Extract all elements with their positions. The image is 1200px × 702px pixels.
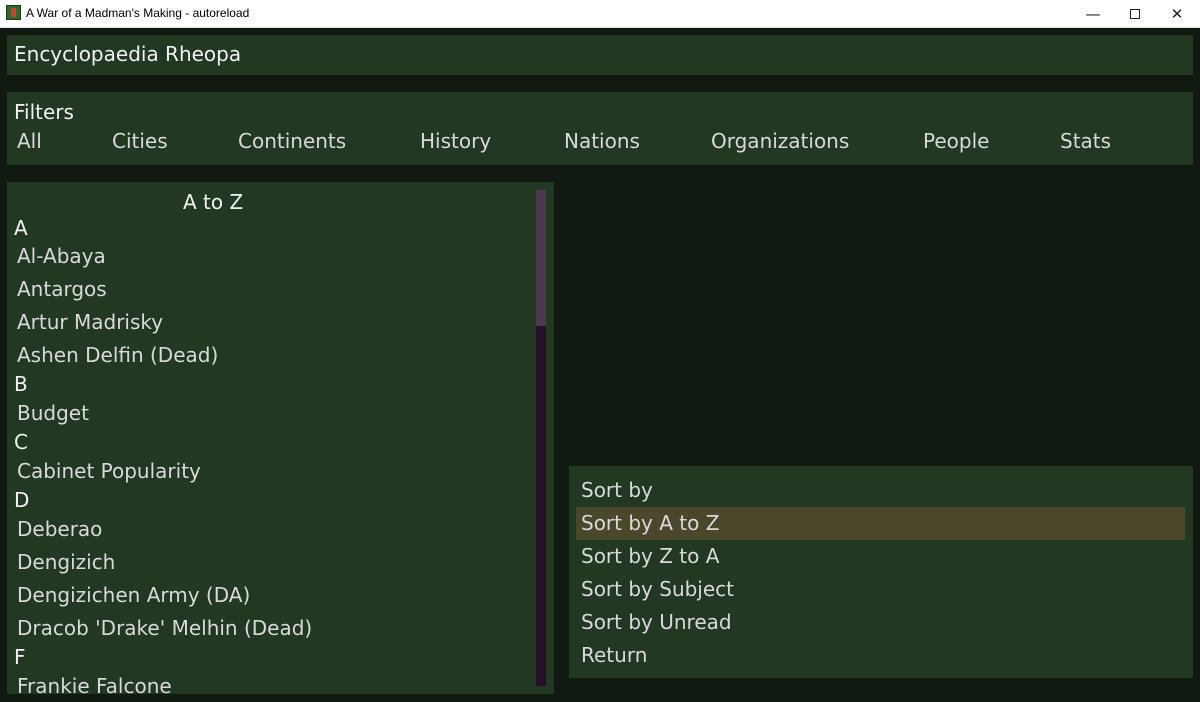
list-item[interactable]: Frankie Falcone — [17, 674, 172, 694]
filter-cities[interactable]: Cities — [112, 129, 168, 153]
letter-heading-d: D — [14, 488, 30, 512]
list-item[interactable]: Al-Abaya — [17, 244, 106, 268]
close-button[interactable]: ✕ — [1154, 0, 1200, 27]
filter-history[interactable]: History — [420, 129, 491, 153]
sort-by-a-to-z-button[interactable]: Sort by A to Z — [576, 507, 1185, 540]
filter-continents[interactable]: Continents — [238, 129, 346, 153]
filters-heading: Filters — [14, 100, 74, 124]
window-title: A War of a Madman's Making - autoreload — [26, 6, 250, 20]
list-sort-title: A to Z — [183, 190, 244, 214]
filter-organizations[interactable]: Organizations — [711, 129, 849, 153]
letter-heading-a: A — [14, 216, 28, 240]
maximize-button[interactable] — [1112, 0, 1158, 27]
list-item[interactable]: Dracob 'Drake' Melhin (Dead) — [17, 616, 312, 640]
list-item[interactable]: Dengizichen Army (DA) — [17, 583, 250, 607]
filter-all[interactable]: All — [17, 129, 42, 153]
sort-by-z-to-a-button[interactable]: Sort by Z to A — [576, 540, 1185, 573]
sort-menu-heading: Sort by — [581, 478, 653, 502]
scrollbar-thumb[interactable] — [536, 190, 546, 326]
sort-by-unread-button[interactable]: Sort by Unread — [576, 606, 1185, 639]
letter-heading-b: B — [14, 372, 28, 396]
page-title: Encyclopaedia Rheopa — [14, 42, 242, 66]
close-icon: ✕ — [1170, 4, 1184, 23]
filter-stats[interactable]: Stats — [1060, 129, 1111, 153]
letter-heading-f: F — [14, 645, 26, 669]
list-item[interactable]: Artur Madrisky — [17, 310, 163, 334]
list-item[interactable]: Cabinet Popularity — [17, 459, 201, 483]
letter-heading-c: C — [14, 430, 28, 454]
window-titlebar: A War of a Madman's Making - autoreload … — [0, 0, 1200, 28]
filter-people[interactable]: People — [923, 129, 989, 153]
maximize-icon — [1130, 8, 1140, 19]
minimize-button[interactable]: — — [1070, 0, 1116, 27]
list-item[interactable]: Budget — [17, 401, 89, 425]
list-item[interactable]: Dengizich — [17, 550, 115, 574]
header-panel: Encyclopaedia Rheopa — [7, 35, 1193, 75]
filters-panel: Filters All Cities Continents History Na… — [7, 92, 1193, 165]
sort-menu-panel: Sort by Sort by A to Z Sort by Z to A So… — [569, 466, 1193, 678]
minimize-icon: — — [1085, 4, 1101, 23]
sort-by-subject-button[interactable]: Sort by Subject — [576, 573, 1185, 606]
filter-nations[interactable]: Nations — [564, 129, 640, 153]
list-scrollbar[interactable] — [536, 190, 546, 686]
list-item[interactable]: Deberao — [17, 517, 102, 541]
entry-list-panel: A to Z A Al-Abaya Antargos Artur Madrisk… — [7, 182, 554, 694]
list-item[interactable]: Antargos — [17, 277, 107, 301]
app-icon — [6, 5, 21, 20]
list-item[interactable]: Ashen Delfin (Dead) — [17, 343, 218, 367]
return-button[interactable]: Return — [576, 639, 1185, 672]
